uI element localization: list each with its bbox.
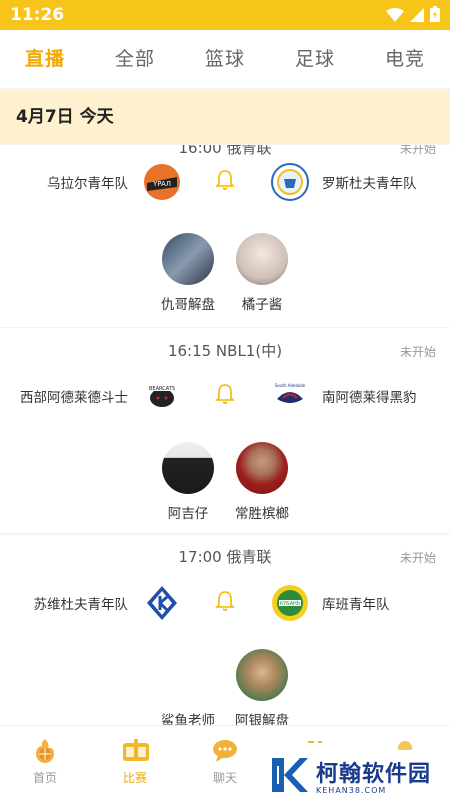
anchor-item[interactable]: 常胜槟榔	[222, 442, 302, 522]
reminder-bell-icon[interactable]	[215, 169, 235, 191]
anchor-name: 阿吉仔	[167, 506, 209, 522]
tab-all[interactable]: 全部	[90, 30, 180, 88]
away-team-logo: KYБAHb	[271, 584, 309, 622]
anchor-name: 常胜槟榔	[235, 506, 289, 522]
tab-basketball[interactable]: 篮球	[180, 30, 270, 88]
away-team-name: 罗斯杜夫青年队	[322, 176, 417, 192]
match-status: 未开始	[399, 551, 436, 565]
status-icons	[386, 6, 440, 26]
watermark: 柯翰软件园 KEHAN38.COM	[250, 750, 450, 800]
reminder-bell-icon[interactable]	[215, 590, 235, 612]
nav-label: 比赛	[122, 771, 147, 785]
svg-text:BEARCATS: BEARCATS	[149, 386, 175, 392]
home-team-logo: YPAЛ	[143, 163, 181, 201]
match-card[interactable]: 17:00 俄青联 未开始 苏维杜夫青年队 KYБAHb 库班青年队 鲨鱼老师 …	[0, 535, 450, 725]
teams-row: 苏维杜夫青年队 KYБAHb 库班青年队	[0, 578, 450, 628]
home-team-logo	[143, 584, 181, 622]
away-team-name: 南阿德莱得黑豹	[322, 390, 417, 406]
match-time-league: 17:00 俄青联	[178, 548, 272, 566]
away-team-logo	[271, 163, 309, 201]
avatar	[162, 442, 214, 494]
home-team-logo: BEARCATS	[143, 377, 181, 415]
anchor-name: 仇哥解盘	[161, 297, 215, 313]
away-team-logo: South Adelaide	[271, 377, 309, 415]
match-time-league: 16:15 NBL1(中)	[167, 342, 283, 360]
scoreboard-icon	[122, 738, 149, 764]
anchor-list: 阿吉仔 常胜槟榔	[0, 442, 450, 522]
tab-football[interactable]: 足球	[270, 30, 360, 88]
match-list[interactable]: 16:00 俄青联 未开始 乌拉尔青年队 YPAЛ 罗斯杜夫青年队 仇哥解盘 橘…	[0, 145, 450, 725]
anchor-list: 仇哥解盘 橘子酱	[0, 233, 450, 313]
match-status: 未开始	[399, 145, 436, 156]
avatar	[162, 233, 214, 285]
watermark-logo-icon	[268, 754, 310, 796]
nav-matches[interactable]: 比赛	[90, 726, 180, 800]
svg-text:KYБAHb: KYБAHb	[280, 601, 300, 607]
tab-esports[interactable]: 电竞	[360, 30, 450, 88]
avatar	[162, 649, 214, 701]
watermark-title: 柯翰软件园	[316, 761, 432, 787]
avatar	[236, 442, 288, 494]
anchor-item[interactable]: 阿吉仔	[148, 442, 228, 522]
nav-home[interactable]: 首页	[0, 726, 90, 800]
anchor-name: 橘子酱	[241, 297, 283, 313]
avatar	[236, 649, 288, 701]
tab-live[interactable]: 直播	[0, 30, 90, 88]
category-tabs: 直播 全部 篮球 足球 电竞	[0, 30, 450, 88]
signal-icon	[410, 7, 424, 26]
home-team-name: 西部阿德莱德斗士	[20, 390, 128, 406]
status-bar: 11:26	[0, 0, 450, 30]
svg-text:YPAЛ: YPAЛ	[152, 180, 171, 188]
anchor-item[interactable]: 鲨鱼老师	[148, 649, 228, 725]
watermark-text: 柯翰软件园 KEHAN38.COM	[316, 756, 431, 795]
svg-text:South Adelaide: South Adelaide	[275, 383, 306, 388]
teams-row: 乌拉尔青年队 YPAЛ 罗斯杜夫青年队	[0, 157, 450, 207]
battery-icon	[430, 6, 440, 26]
nav-label: 首页	[32, 771, 57, 785]
home-team-name: 乌拉尔青年队	[47, 176, 128, 192]
teams-row: 西部阿德莱德斗士 BEARCATS South Adelaide 南阿德莱得黑豹	[0, 371, 450, 421]
anchor-name: 鲨鱼老师	[161, 713, 215, 725]
anchor-item[interactable]: 仇哥解盘	[148, 233, 228, 313]
anchor-list: 鲨鱼老师 阿银解盘	[0, 649, 450, 725]
match-status: 未开始	[399, 345, 436, 359]
away-team-name: 库班青年队	[322, 597, 390, 613]
match-card[interactable]: 16:15 NBL1(中) 未开始 西部阿德莱德斗士 BEARCATS Sout…	[0, 328, 450, 533]
date-header: 4月7日 今天	[0, 90, 450, 144]
match-card[interactable]: 16:00 俄青联 未开始 乌拉尔青年队 YPAЛ 罗斯杜夫青年队 仇哥解盘 橘…	[0, 145, 450, 327]
anchor-item[interactable]: 橘子酱	[222, 233, 302, 313]
chat-bubble-icon	[212, 738, 238, 764]
anchor-name: 阿银解盘	[235, 713, 289, 725]
wifi-icon	[386, 7, 404, 26]
reminder-bell-icon[interactable]	[215, 383, 235, 405]
status-time: 11:26	[10, 5, 65, 25]
anchor-item[interactable]: 阿银解盘	[222, 649, 302, 725]
avatar	[236, 233, 288, 285]
home-team-name: 苏维杜夫青年队	[33, 597, 129, 613]
basketball-fire-icon	[32, 738, 58, 764]
